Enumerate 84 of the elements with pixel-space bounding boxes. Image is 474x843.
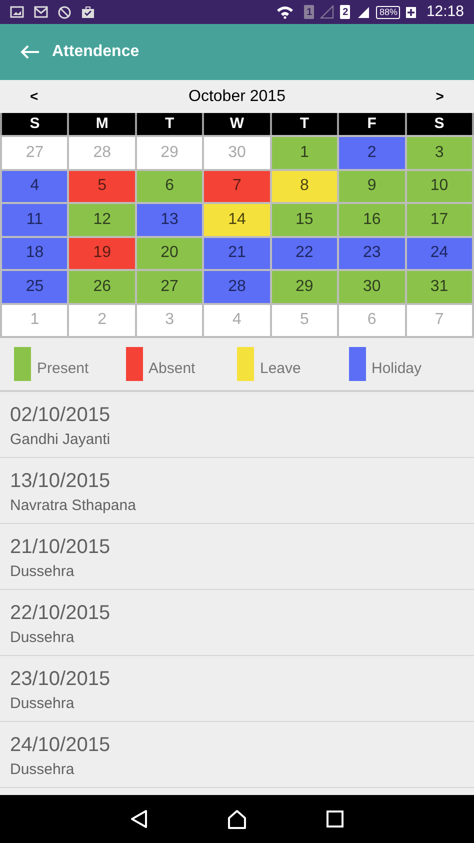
calendar-day[interactable]: 15 [272, 204, 338, 236]
calendar-day[interactable]: 3 [136, 304, 202, 336]
calendar-day[interactable]: 9 [339, 170, 405, 202]
holiday-date: 23/10/2015 [10, 667, 110, 692]
calendar-day[interactable]: 6 [339, 304, 405, 336]
image-icon [10, 6, 24, 18]
calendar-day[interactable]: 25 [2, 271, 68, 302]
plus-icon [406, 6, 416, 18]
calendar-day[interactable]: 30 [339, 271, 405, 302]
calendar-day[interactable]: 16 [339, 204, 405, 236]
calendar-day[interactable]: 21 [204, 238, 270, 269]
legend-label: Holiday [372, 359, 422, 379]
month-title: October 2015 [188, 86, 286, 106]
calendar-day[interactable]: 14 [204, 204, 270, 236]
weekday-header: F [339, 113, 405, 135]
calendar-day[interactable]: 23 [339, 238, 405, 269]
weekday-header: S [2, 113, 68, 135]
calendar-day[interactable]: 11 [2, 204, 68, 236]
calendar-day[interactable]: 1 [2, 304, 68, 336]
calendar-day[interactable]: 22 [272, 238, 338, 269]
calendar-day[interactable]: 31 [406, 271, 472, 302]
legend-label: Absent [148, 359, 196, 379]
calendar-day[interactable]: 20 [136, 238, 202, 269]
clock-time: 12:18 [426, 2, 464, 22]
calendar-day[interactable]: 26 [69, 271, 135, 302]
recent-apps-icon[interactable] [326, 810, 344, 828]
calendar-day[interactable]: 12 [69, 204, 135, 236]
wifi-icon [276, 5, 294, 19]
calendar-day[interactable]: 28 [69, 137, 135, 168]
battery-level: 88% [376, 6, 400, 18]
legend-label: Leave [260, 359, 301, 379]
holiday-name: Dussehra [10, 694, 74, 714]
next-month-button[interactable]: > [434, 86, 446, 107]
weekday-header: T [272, 113, 338, 135]
holiday-name: Dussehra [10, 760, 74, 780]
calendar-day[interactable]: 4 [204, 304, 270, 336]
calendar-day[interactable]: 8 [272, 170, 338, 202]
calendar-day[interactable]: 5 [272, 304, 338, 336]
calendar-day[interactable]: 27 [2, 137, 68, 168]
calendar-day[interactable]: 6 [136, 170, 202, 202]
back-arrow-icon[interactable] [20, 44, 40, 60]
signal-icon [320, 5, 334, 19]
calendar-day[interactable]: 28 [204, 271, 270, 302]
holiday-date: 24/10/2015 [10, 733, 110, 758]
calendar-day[interactable]: 10 [406, 170, 472, 202]
calendar-day[interactable]: 24 [406, 238, 472, 269]
calendar-day[interactable]: 1 [272, 137, 338, 168]
back-icon[interactable] [130, 809, 148, 829]
calendar-day[interactable]: 19 [69, 238, 135, 269]
calendar-day[interactable]: 7 [406, 304, 472, 336]
holiday-name: Dussehra [10, 628, 74, 648]
holiday-name: Navratra Sthapana [10, 496, 136, 516]
weekday-header: M [69, 113, 135, 135]
holiday-date: 02/10/2015 [10, 403, 110, 428]
calendar-day[interactable]: 18 [2, 238, 68, 269]
previous-month-button[interactable]: < [28, 86, 40, 107]
briefcase-icon [81, 6, 95, 18]
calendar-day[interactable]: 5 [69, 170, 135, 202]
holiday-date: 13/10/2015 [10, 469, 110, 494]
calendar-day[interactable]: 4 [2, 170, 68, 202]
calendar-day[interactable]: 30 [204, 137, 270, 168]
sim-one-badge: 1 [304, 5, 314, 19]
screen-title: Attendence [52, 42, 140, 62]
calendar-day[interactable]: 13 [136, 204, 202, 236]
weekday-header: T [136, 113, 202, 135]
mail-icon [34, 6, 48, 18]
calendar-day[interactable]: 29 [272, 271, 338, 302]
home-icon[interactable] [226, 809, 247, 829]
weekday-header: S [406, 113, 472, 135]
holiday-date: 22/10/2015 [10, 601, 110, 626]
legend-label: Present [37, 359, 89, 379]
signal-icon [356, 5, 370, 19]
calendar-day[interactable]: 2 [339, 137, 405, 168]
holiday-name: Gandhi Jayanti [10, 430, 110, 450]
calendar-day[interactable]: 17 [406, 204, 472, 236]
calendar-day[interactable]: 29 [136, 137, 202, 168]
holiday-name: Dussehra [10, 562, 74, 582]
calendar-day[interactable]: 27 [136, 271, 202, 302]
calendar-day[interactable]: 2 [69, 304, 135, 336]
weekday-header: W [204, 113, 270, 135]
calendar-day[interactable]: 7 [204, 170, 270, 202]
holiday-date: 21/10/2015 [10, 535, 110, 560]
sim-two-badge: 2 [340, 5, 350, 19]
calendar-day[interactable]: 3 [406, 137, 472, 168]
